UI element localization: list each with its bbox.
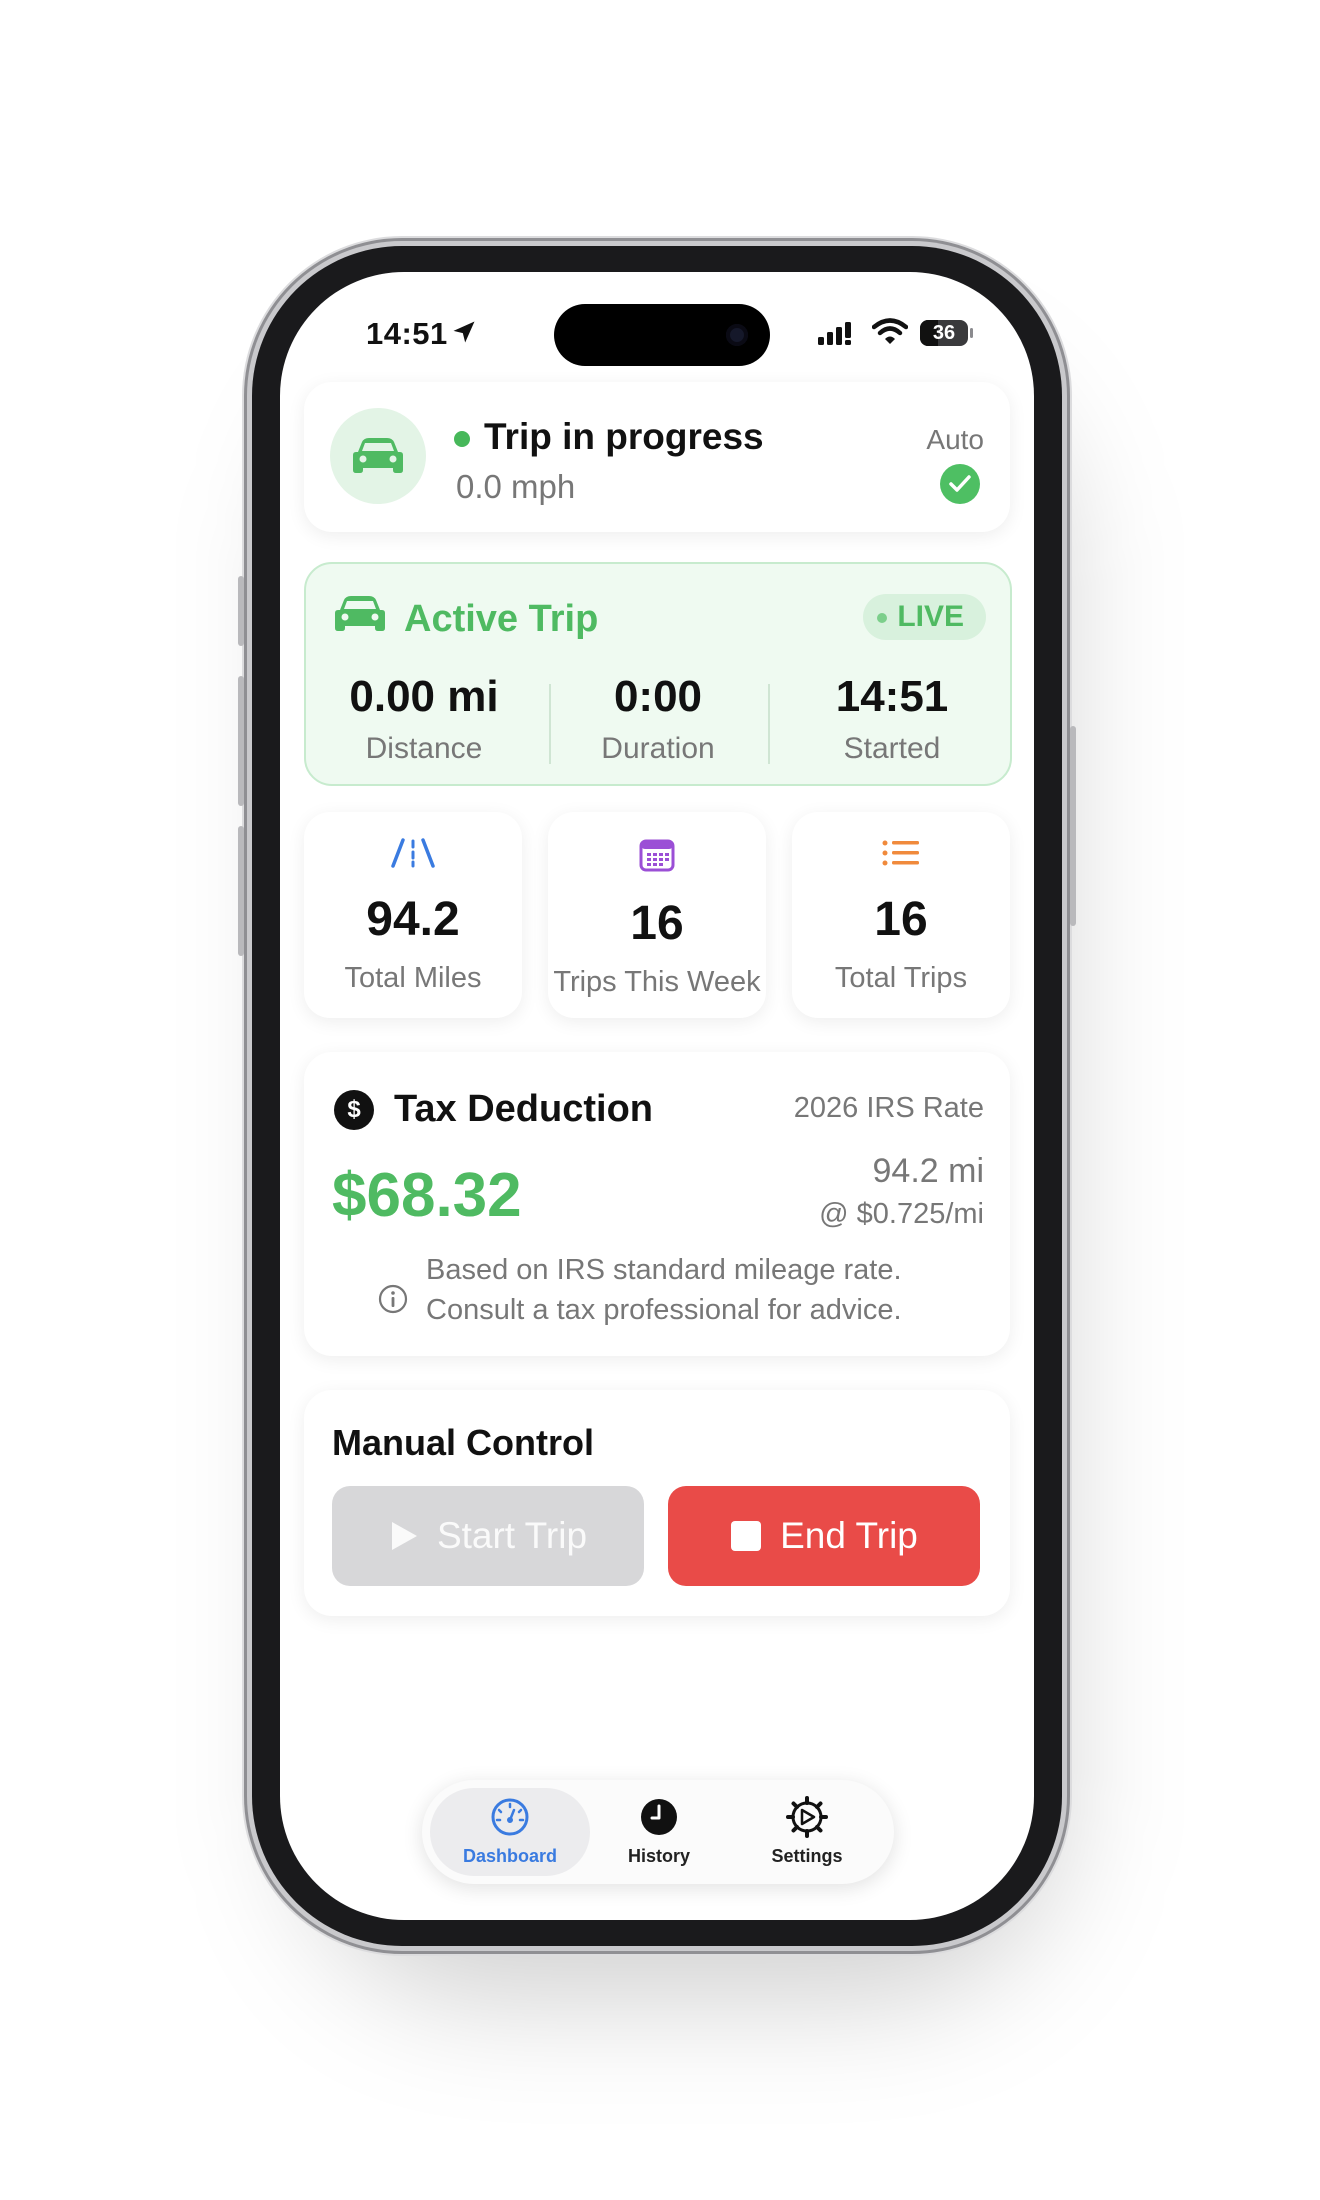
total-trips-card[interactable]: 16 Total Trips xyxy=(792,812,1010,1018)
car-icon xyxy=(335,596,385,631)
total-miles-label: Total Miles xyxy=(344,962,482,994)
end-trip-label: End Trip xyxy=(780,1515,918,1556)
tax-deduction-amount: $68.32 xyxy=(332,1161,522,1230)
trip-status-card: Trip in progress 0.0 mph Auto xyxy=(304,382,1010,532)
tab-bar: Dashboard History Settings xyxy=(422,1780,894,1884)
tab-dashboard[interactable]: Dashboard xyxy=(435,1792,585,1867)
stat-value: 0.00 mi xyxy=(349,672,499,721)
stat-value: 0:00 xyxy=(613,672,703,721)
tax-miles: 94.2 mi xyxy=(872,1152,985,1190)
start-trip-label: Start Trip xyxy=(436,1515,588,1556)
calendar-icon xyxy=(639,839,675,872)
stat-label: Distance xyxy=(365,732,483,765)
stat-distance: 0.00 mi Distance xyxy=(314,672,534,766)
phone-frame: 14:51 36 Trip in progress 0.0 mph Auto A… xyxy=(238,246,1076,1946)
cellular-signal-icon xyxy=(818,322,851,345)
total-trips-value: 16 xyxy=(874,893,928,946)
auto-mode-label: Auto xyxy=(926,424,984,455)
live-badge-label: LIVE xyxy=(897,600,964,633)
start-trip-button[interactable]: Start Trip xyxy=(332,1486,644,1586)
stat-duration: 0:00 Duration xyxy=(548,672,768,766)
tax-per-mile-rate: @ $0.725/mi xyxy=(819,1198,984,1230)
stat-label: Started xyxy=(843,732,941,765)
trip-speed: 0.0 mph xyxy=(456,468,576,505)
trips-this-week-label: Trips This Week xyxy=(553,966,761,998)
app-screen: 14:51 36 Trip in progress 0.0 mph Auto A… xyxy=(280,272,1034,1920)
info-icon[interactable] xyxy=(378,1284,408,1314)
tax-disclaimer-line: Based on IRS standard mileage rate. xyxy=(426,1254,902,1286)
trip-status-title: Trip in progress xyxy=(484,416,764,457)
volume-down-button xyxy=(238,826,244,956)
live-dot xyxy=(877,613,888,623)
road-icon xyxy=(391,838,435,868)
total-miles-value: 94.2 xyxy=(366,893,460,946)
tab-settings[interactable]: Settings xyxy=(732,1792,882,1867)
tab-label: Settings xyxy=(771,1846,843,1866)
live-badge: LIVE xyxy=(863,594,986,640)
stat-label: Duration xyxy=(601,732,715,765)
car-icon xyxy=(353,438,403,473)
stat-divider xyxy=(768,684,770,764)
action-button xyxy=(238,576,244,646)
end-trip-button[interactable]: End Trip xyxy=(668,1486,980,1586)
status-dot xyxy=(454,431,470,447)
car-avatar xyxy=(330,408,426,504)
tax-title: Tax Deduction xyxy=(394,1088,653,1130)
list-icon xyxy=(882,840,919,866)
camera-icon xyxy=(726,324,748,346)
active-trip-card: Active Trip LIVE 0.00 mi Distance 0:00 D… xyxy=(304,562,1012,786)
gauge-icon xyxy=(491,1798,529,1836)
tax-disclaimer-line: Consult a tax professional for advice. xyxy=(426,1294,902,1326)
clock-icon xyxy=(641,1799,677,1835)
manual-control-card: Manual Control Start Trip End Trip xyxy=(304,1390,1010,1616)
battery-level: 36 xyxy=(932,322,956,344)
total-trips-label: Total Trips xyxy=(834,962,968,994)
trips-this-week-card[interactable]: 16 Trips This Week xyxy=(548,812,766,1018)
battery-indicator: 36 xyxy=(920,320,968,346)
total-miles-card[interactable]: 94.2 Total Miles xyxy=(304,812,522,1018)
play-icon xyxy=(391,1522,417,1550)
tab-label: History xyxy=(627,1846,690,1866)
active-trip-title: Active Trip xyxy=(404,598,599,640)
location-arrow-icon xyxy=(453,321,475,343)
stat-value: 14:51 xyxy=(835,672,949,721)
status-time: 14:51 xyxy=(366,316,448,351)
manual-control-title: Manual Control xyxy=(332,1422,594,1463)
auto-check-icon[interactable] xyxy=(940,464,980,504)
stop-icon xyxy=(731,1521,762,1551)
tax-deduction-card: $ Tax Deduction 2026 IRS Rate $68.32 94.… xyxy=(304,1052,1010,1356)
status-bar: 14:51 36 xyxy=(280,272,1034,382)
dollar-icon: $ xyxy=(334,1090,374,1130)
power-button xyxy=(1070,726,1076,926)
irs-rate-label: 2026 IRS Rate xyxy=(793,1092,984,1124)
volume-up-button xyxy=(238,676,244,806)
tax-disclaimer: Based on IRS standard mileage rate. Cons… xyxy=(426,1250,902,1330)
stat-started: 14:51 Started xyxy=(782,672,1002,766)
tab-history[interactable]: History xyxy=(584,1792,734,1867)
dynamic-island xyxy=(554,304,770,366)
battery-tip xyxy=(970,328,973,338)
trips-this-week-value: 16 xyxy=(630,897,684,950)
gear-icon xyxy=(786,1796,828,1838)
tab-label: Dashboard xyxy=(462,1846,558,1866)
wifi-icon xyxy=(872,318,908,344)
